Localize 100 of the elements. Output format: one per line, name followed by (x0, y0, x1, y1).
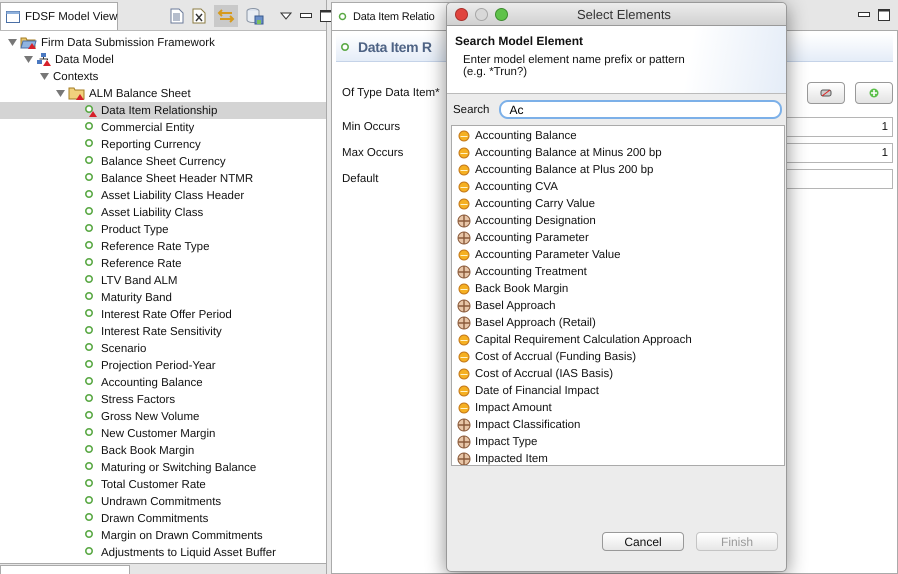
dot-icon (457, 180, 471, 192)
expand-triangle-icon[interactable] (24, 55, 33, 64)
tree-item[interactable]: Data Item Relationship (0, 102, 326, 119)
tree-item[interactable]: Margin on Drawn Commitments (0, 527, 326, 544)
tree-item[interactable]: Asset Liability Class Header (0, 187, 326, 204)
tree-item[interactable]: Asset Liability Class (0, 204, 326, 221)
database-save-icon[interactable] (246, 7, 264, 25)
view-tab[interactable]: FDSF Model View (0, 2, 118, 30)
tree-item[interactable]: Interest Rate Offer Period (0, 306, 326, 323)
result-item[interactable]: Accounting Carry Value (452, 195, 784, 212)
tree-item[interactable]: Commercial Entity (0, 119, 326, 136)
tree-item[interactable]: Firm Data Submission Framework (0, 34, 326, 51)
tree-item[interactable]: Balance Sheet Currency (0, 153, 326, 170)
add-button[interactable] (855, 82, 893, 104)
tree-item[interactable]: Balance Sheet Header NTMR (0, 170, 326, 187)
result-item[interactable]: Cost of Accrual (IAS Basis) (452, 365, 784, 382)
search-field[interactable]: Ac (499, 100, 782, 119)
zoom-icon[interactable] (495, 8, 508, 20)
crosshair-icon (457, 452, 471, 465)
tree-item[interactable]: Total Customer Rate (0, 476, 326, 493)
tree-item[interactable]: Projection Period-Year (0, 357, 326, 374)
maximize-icon[interactable] (878, 9, 890, 21)
result-item[interactable]: Basel Approach (Retail) (452, 314, 784, 331)
dot-icon (457, 282, 471, 294)
dot-icon (457, 368, 471, 380)
dialog-description: Enter model element name prefix or pattern (462, 54, 686, 66)
tree-item[interactable]: Accounting Balance (0, 374, 326, 391)
expand-triangle-icon[interactable] (40, 72, 49, 81)
result-item[interactable]: Accounting Parameter Value (452, 246, 784, 263)
crosshair-icon (457, 316, 471, 330)
spreadsheet-icon[interactable] (192, 8, 206, 24)
dot-icon (457, 350, 471, 362)
result-item[interactable]: Capital Requirement Calculation Approach (452, 331, 784, 348)
tree-item[interactable]: Maturity Band (0, 289, 326, 306)
tree-item[interactable]: Gross New Volume (0, 408, 326, 425)
cancel-button[interactable]: Cancel (602, 532, 684, 551)
result-item[interactable]: Accounting Designation (452, 212, 784, 229)
dialog-example: (e.g. *Trun?) (462, 66, 528, 78)
crosshair-icon (457, 298, 471, 312)
tree-item[interactable]: Reporting Currency (0, 136, 326, 153)
tree-item[interactable]: ALM Balance Sheet (0, 85, 326, 102)
dot-icon (457, 334, 471, 346)
field-label: Of Type Data Item* (342, 87, 441, 99)
maximize-icon[interactable] (320, 10, 332, 22)
result-item[interactable]: Basel Approach (452, 297, 784, 314)
field-label: Default (342, 173, 380, 185)
field-label: Max Occurs (342, 147, 404, 159)
result-item[interactable]: Back Book Margin (452, 280, 784, 297)
dialog-heading: Search Model Element (455, 34, 584, 48)
remove-button[interactable] (807, 82, 845, 104)
dot-icon (457, 130, 471, 142)
document-icon[interactable] (170, 8, 184, 24)
tree-item[interactable]: Scenario (0, 340, 326, 357)
minimize-icon[interactable] (300, 13, 312, 19)
result-item[interactable]: Impact Type (452, 433, 784, 450)
tree-item[interactable]: Contexts (0, 68, 326, 85)
view-menu-icon[interactable] (280, 12, 292, 20)
crosshair-icon (457, 434, 471, 448)
tree-item[interactable]: Stress Factors (0, 391, 326, 408)
tree-item[interactable]: Product Type (0, 221, 326, 238)
tree-item[interactable]: Data Model (0, 51, 326, 68)
tree-item[interactable]: Reference Rate Type (0, 238, 326, 255)
dot-icon (457, 248, 471, 260)
tree-item[interactable]: Adjustments to Liquid Asset Buffer (0, 544, 326, 561)
expand-triangle-icon[interactable] (8, 38, 17, 47)
tree-item[interactable]: Drawn Commitments (0, 510, 326, 527)
close-icon[interactable] (455, 8, 468, 20)
result-item[interactable]: Impacted Item (452, 450, 784, 465)
dot-icon (457, 402, 471, 414)
result-item[interactable]: Impact Amount (452, 399, 784, 416)
search-label: Search (453, 104, 490, 116)
circle-icon (340, 42, 350, 52)
tree-item[interactable]: LTV Band ALM (0, 272, 326, 289)
minimize-icon[interactable] (858, 12, 870, 18)
circle-icon (338, 12, 347, 21)
crosshair-icon (457, 264, 471, 278)
crosshair-icon (457, 214, 471, 228)
crosshair-icon (457, 230, 471, 244)
result-item[interactable]: Cost of Accrual (Funding Basis) (452, 348, 784, 365)
tree-item[interactable]: Back Book Margin (0, 442, 326, 459)
result-item[interactable]: Accounting Balance at Minus 200 bp (452, 144, 784, 161)
result-item[interactable]: Accounting Treatment (452, 263, 784, 280)
result-item[interactable]: Accounting Parameter (452, 229, 784, 246)
tree-item[interactable]: Maturing or Switching Balance (0, 459, 326, 476)
tree-item[interactable]: Interest Rate Sensitivity (0, 323, 326, 340)
window-icon (6, 10, 20, 22)
result-item[interactable]: Accounting Balance at Plus 200 bp (452, 161, 784, 178)
tree-item[interactable]: Reference Rate (0, 255, 326, 272)
tree-item[interactable]: New Customer Margin (0, 425, 326, 442)
link-toggle[interactable] (214, 5, 238, 27)
link-icon (820, 89, 832, 97)
crosshair-icon (457, 418, 471, 432)
dot-icon (457, 146, 471, 158)
result-item[interactable]: Impact Classification (452, 416, 784, 433)
dot-icon (457, 164, 471, 176)
result-item[interactable]: Accounting CVA (452, 178, 784, 195)
expand-triangle-icon[interactable] (56, 89, 65, 98)
tree-item[interactable]: Undrawn Commitments (0, 493, 326, 510)
result-item[interactable]: Date of Financial Impact (452, 382, 784, 399)
result-item[interactable]: Accounting Balance (452, 127, 784, 144)
